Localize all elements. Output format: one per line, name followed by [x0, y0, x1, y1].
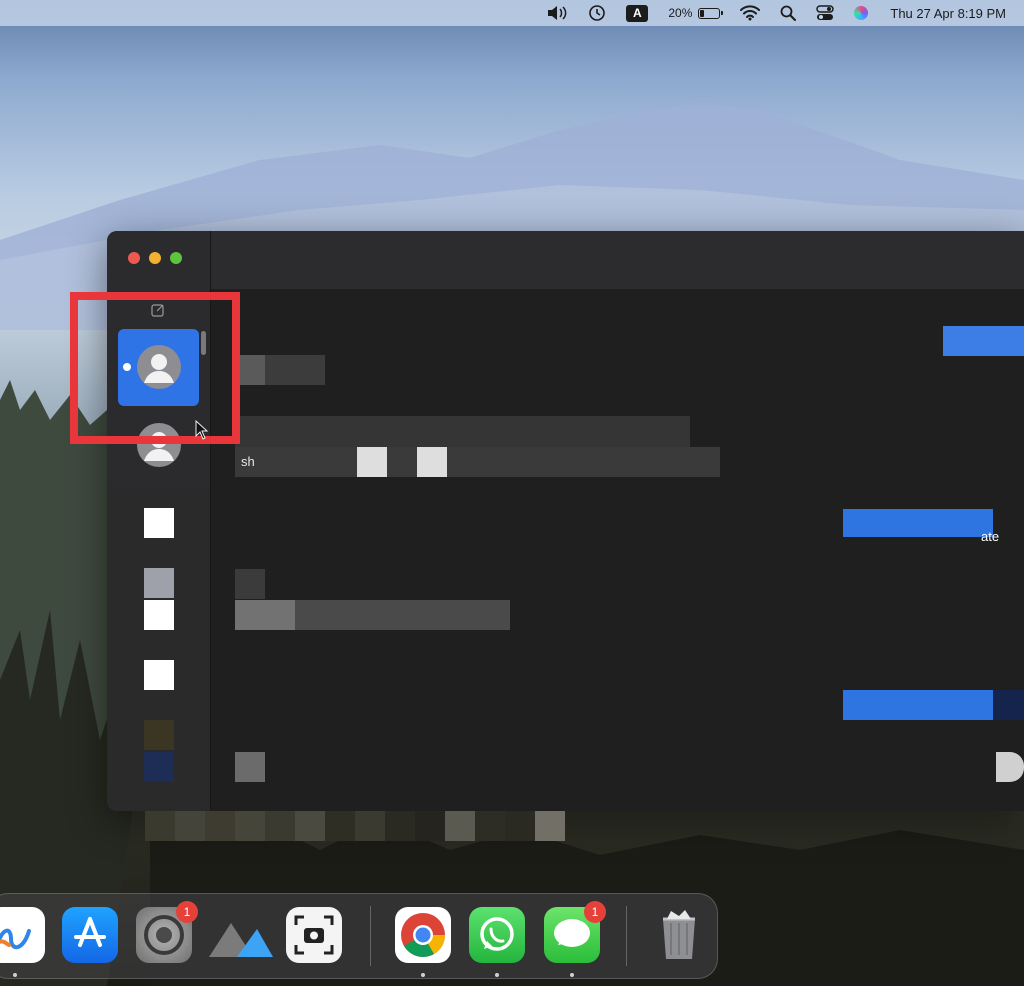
window-controls	[128, 252, 182, 264]
keyboard-input-icon[interactable]: A	[626, 0, 649, 26]
running-indicator	[495, 973, 499, 977]
minimize-button[interactable]	[149, 252, 161, 264]
screenshot-app[interactable]	[286, 907, 342, 963]
redacted-conversation-list	[107, 487, 210, 811]
notification-badge: 1	[176, 901, 198, 923]
outgoing-message	[943, 326, 1024, 356]
redacted-avatar	[144, 508, 174, 538]
redacted-strip	[145, 811, 565, 841]
conversation-header	[211, 231, 1024, 289]
control-center-icon[interactable]	[816, 0, 835, 26]
battery-percent: 20%	[668, 6, 693, 20]
menu-bar-clock[interactable]: Thu 27 Apr 8:19 PM	[890, 6, 1006, 21]
close-button[interactable]	[128, 252, 140, 264]
time-machine-icon[interactable]	[588, 0, 606, 26]
dock: 1 1	[0, 893, 718, 979]
mouse-pointer-icon	[195, 420, 209, 440]
mountain-icon	[209, 923, 273, 957]
whatsapp-icon	[480, 917, 514, 951]
redacted-message	[235, 600, 295, 630]
conversation-transcript: sh ate	[211, 289, 1024, 811]
trash-icon	[663, 910, 695, 959]
chrome-icon	[401, 913, 445, 957]
system-settings-app[interactable]: 1	[136, 901, 198, 963]
messages-window: sh ate	[107, 231, 1024, 811]
trash[interactable]	[651, 907, 707, 963]
input-source-label: A	[626, 4, 649, 22]
incoming-message-fragment: sh	[241, 454, 255, 469]
battery-icon[interactable]: 20%	[668, 0, 724, 26]
battery-level	[698, 7, 724, 19]
whatsapp-app[interactable]	[469, 907, 525, 963]
redacted-avatar	[144, 568, 174, 598]
messages-app[interactable]: 1	[544, 901, 606, 963]
app-store-icon	[74, 917, 106, 947]
redacted-text	[235, 752, 265, 782]
notification-badge: 1	[584, 901, 606, 923]
highlight-box	[70, 292, 240, 444]
menu-bar: A 20% Thu 27 Apr 8:19 PM	[0, 0, 1024, 26]
dock-separator	[626, 906, 627, 966]
dock-separator	[370, 906, 371, 966]
wifi-icon[interactable]	[740, 0, 761, 26]
outgoing-message-fragment: ate	[981, 529, 1000, 544]
volume-icon[interactable]	[546, 0, 568, 26]
outgoing-message	[843, 509, 993, 537]
freeform-app[interactable]	[0, 907, 45, 963]
spotlight-search-icon[interactable]	[780, 0, 797, 26]
redacted-avatar	[144, 660, 174, 690]
redacted-block	[357, 447, 387, 477]
app-store-app[interactable]	[62, 907, 118, 963]
redacted-message	[235, 416, 690, 448]
redacted-block	[417, 447, 447, 477]
redacted-message	[235, 447, 720, 477]
redacted-avatar	[144, 600, 174, 630]
redacted-text	[235, 569, 265, 599]
freeform-icon	[0, 928, 31, 950]
zoom-button[interactable]	[170, 252, 182, 264]
redacted-block	[996, 752, 1024, 782]
camera-icon	[294, 915, 334, 955]
redacted-avatar	[144, 720, 174, 750]
running-indicator	[570, 973, 574, 977]
chrome-app[interactable]	[395, 907, 451, 963]
redacted-block	[993, 690, 1024, 720]
mountain-app[interactable]	[207, 907, 273, 963]
outgoing-message	[843, 690, 993, 720]
siri-icon[interactable]	[854, 0, 869, 26]
running-indicator	[421, 973, 425, 977]
redacted-avatar	[144, 752, 174, 782]
running-indicator	[13, 973, 17, 977]
